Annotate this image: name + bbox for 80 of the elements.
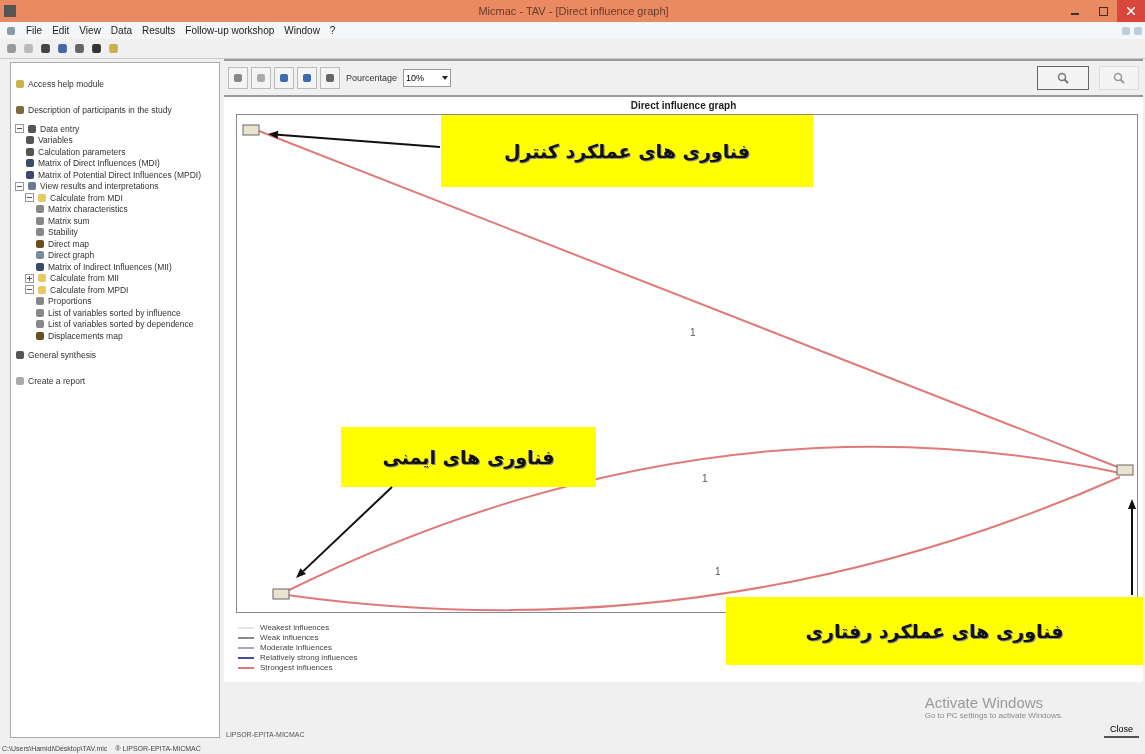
close-icon (1127, 7, 1135, 15)
expand-icon[interactable] (25, 273, 34, 283)
edge-label: 1 (702, 473, 708, 484)
tree-item[interactable]: Matrix of Direct Influences (MDI) (38, 158, 160, 169)
menu-item[interactable]: Data (110, 25, 132, 36)
tool-icon (302, 73, 312, 83)
tool-button[interactable] (297, 67, 317, 89)
tool-button[interactable] (274, 67, 294, 89)
edge-label: 1 (690, 327, 696, 338)
toolbar-icon (23, 43, 34, 54)
toolbar-icon (6, 43, 17, 54)
collapse-icon[interactable] (25, 193, 34, 203)
callout-label: فناوری های ایمنی (341, 427, 596, 487)
legend-label: Weakest influences (260, 623, 330, 632)
tree-item[interactable]: Access help module (28, 79, 105, 89)
tree-item[interactable]: View results and interpretations (40, 181, 159, 192)
close-button[interactable] (1117, 0, 1145, 22)
menu-item[interactable]: Window (284, 25, 320, 36)
legend-label: Relatively strong influences (260, 653, 358, 662)
tool-icon (256, 73, 266, 83)
collapse-icon[interactable] (15, 181, 24, 191)
toolbar-icon (57, 43, 68, 54)
callout-label: فناوری های عملکرد کنترل (441, 115, 813, 187)
tree-item[interactable]: Calculation parameters (38, 146, 126, 157)
tree-item[interactable]: Calculate from MPDI (50, 284, 129, 295)
tree-item[interactable]: Direct map (48, 238, 90, 249)
tool-icon (279, 73, 289, 83)
tree-item[interactable]: Calculate from MII (50, 273, 119, 284)
tree-item[interactable]: Matrix characteristics (48, 204, 128, 215)
tree-item[interactable]: General synthesis (28, 349, 97, 360)
menu-item[interactable]: Edit (52, 25, 70, 36)
callout-label: فناوری های عملکرد رفتاری (726, 597, 1143, 665)
tree-item[interactable]: Create a report (28, 375, 86, 386)
menu-item[interactable]: View (79, 25, 101, 36)
collapse-icon[interactable] (25, 285, 34, 295)
tree-item[interactable]: Variables (38, 135, 73, 146)
toolbar-icon (91, 43, 102, 54)
zoom-in-button[interactable] (1037, 66, 1089, 90)
tool-icon (233, 73, 243, 83)
tree-item[interactable]: Stability (48, 227, 78, 238)
search-icon (1057, 72, 1069, 84)
variable-node[interactable] (272, 588, 290, 600)
tree-item[interactable]: List of variables sorted by dependence (48, 319, 194, 330)
tree-item[interactable]: Matrix of Potential Direct Influences (MPDI) (38, 169, 201, 180)
tool-icon (325, 73, 335, 83)
activation-title: Activate Windows (924, 694, 1045, 711)
menu-item[interactable]: Results (142, 25, 176, 36)
toolbar-icon (74, 43, 85, 54)
percentage-select[interactable]: 10% (403, 69, 452, 87)
tree-item[interactable]: Matrix of Indirect Influences (MII) (48, 261, 172, 272)
tool-button[interactable] (228, 67, 248, 89)
search-icon (1113, 72, 1125, 84)
close-dialog-button[interactable]: Close (1104, 722, 1139, 738)
tree-item[interactable]: List of variables sorted by influence (48, 307, 181, 318)
maximize-icon (1098, 6, 1108, 16)
collapse-icon[interactable] (15, 124, 24, 134)
tree-item[interactable]: Displacements map (48, 330, 123, 341)
variable-node[interactable] (1116, 464, 1134, 476)
menu-item[interactable]: File (26, 25, 43, 36)
legend-label: Weak influences (260, 633, 319, 642)
tree-item[interactable]: Data entry (40, 123, 80, 134)
toolbar-icon (108, 43, 119, 54)
tool-button[interactable] (320, 67, 340, 89)
tree-item[interactable]: Description of participants in the study (28, 105, 172, 115)
menu-item[interactable]: ? (329, 25, 336, 36)
edge-label: 1 (715, 566, 721, 577)
legend-label: Moderate influences (260, 643, 333, 652)
tree-item[interactable]: Proportions (48, 296, 92, 307)
variable-node[interactable] (242, 124, 260, 136)
caret-icon (442, 76, 449, 80)
toolbar-icon (40, 43, 51, 54)
tree-item[interactable]: Matrix sum (48, 215, 90, 226)
legend-label: Strongest influences (260, 663, 333, 672)
menu-item[interactable]: Follow-up workshop (185, 25, 275, 36)
tree-item[interactable]: Direct graph (48, 250, 95, 261)
graph-title: Direct influence graph (629, 99, 738, 113)
activation-hint: Go to PC settings to activate Windows. (924, 711, 1063, 720)
percentage-label: Pourcentage (346, 73, 398, 83)
window-title: Micmac - TAV - [Direct influence graph] (477, 5, 670, 17)
tree-item[interactable]: Calculate from MDI (50, 192, 123, 203)
